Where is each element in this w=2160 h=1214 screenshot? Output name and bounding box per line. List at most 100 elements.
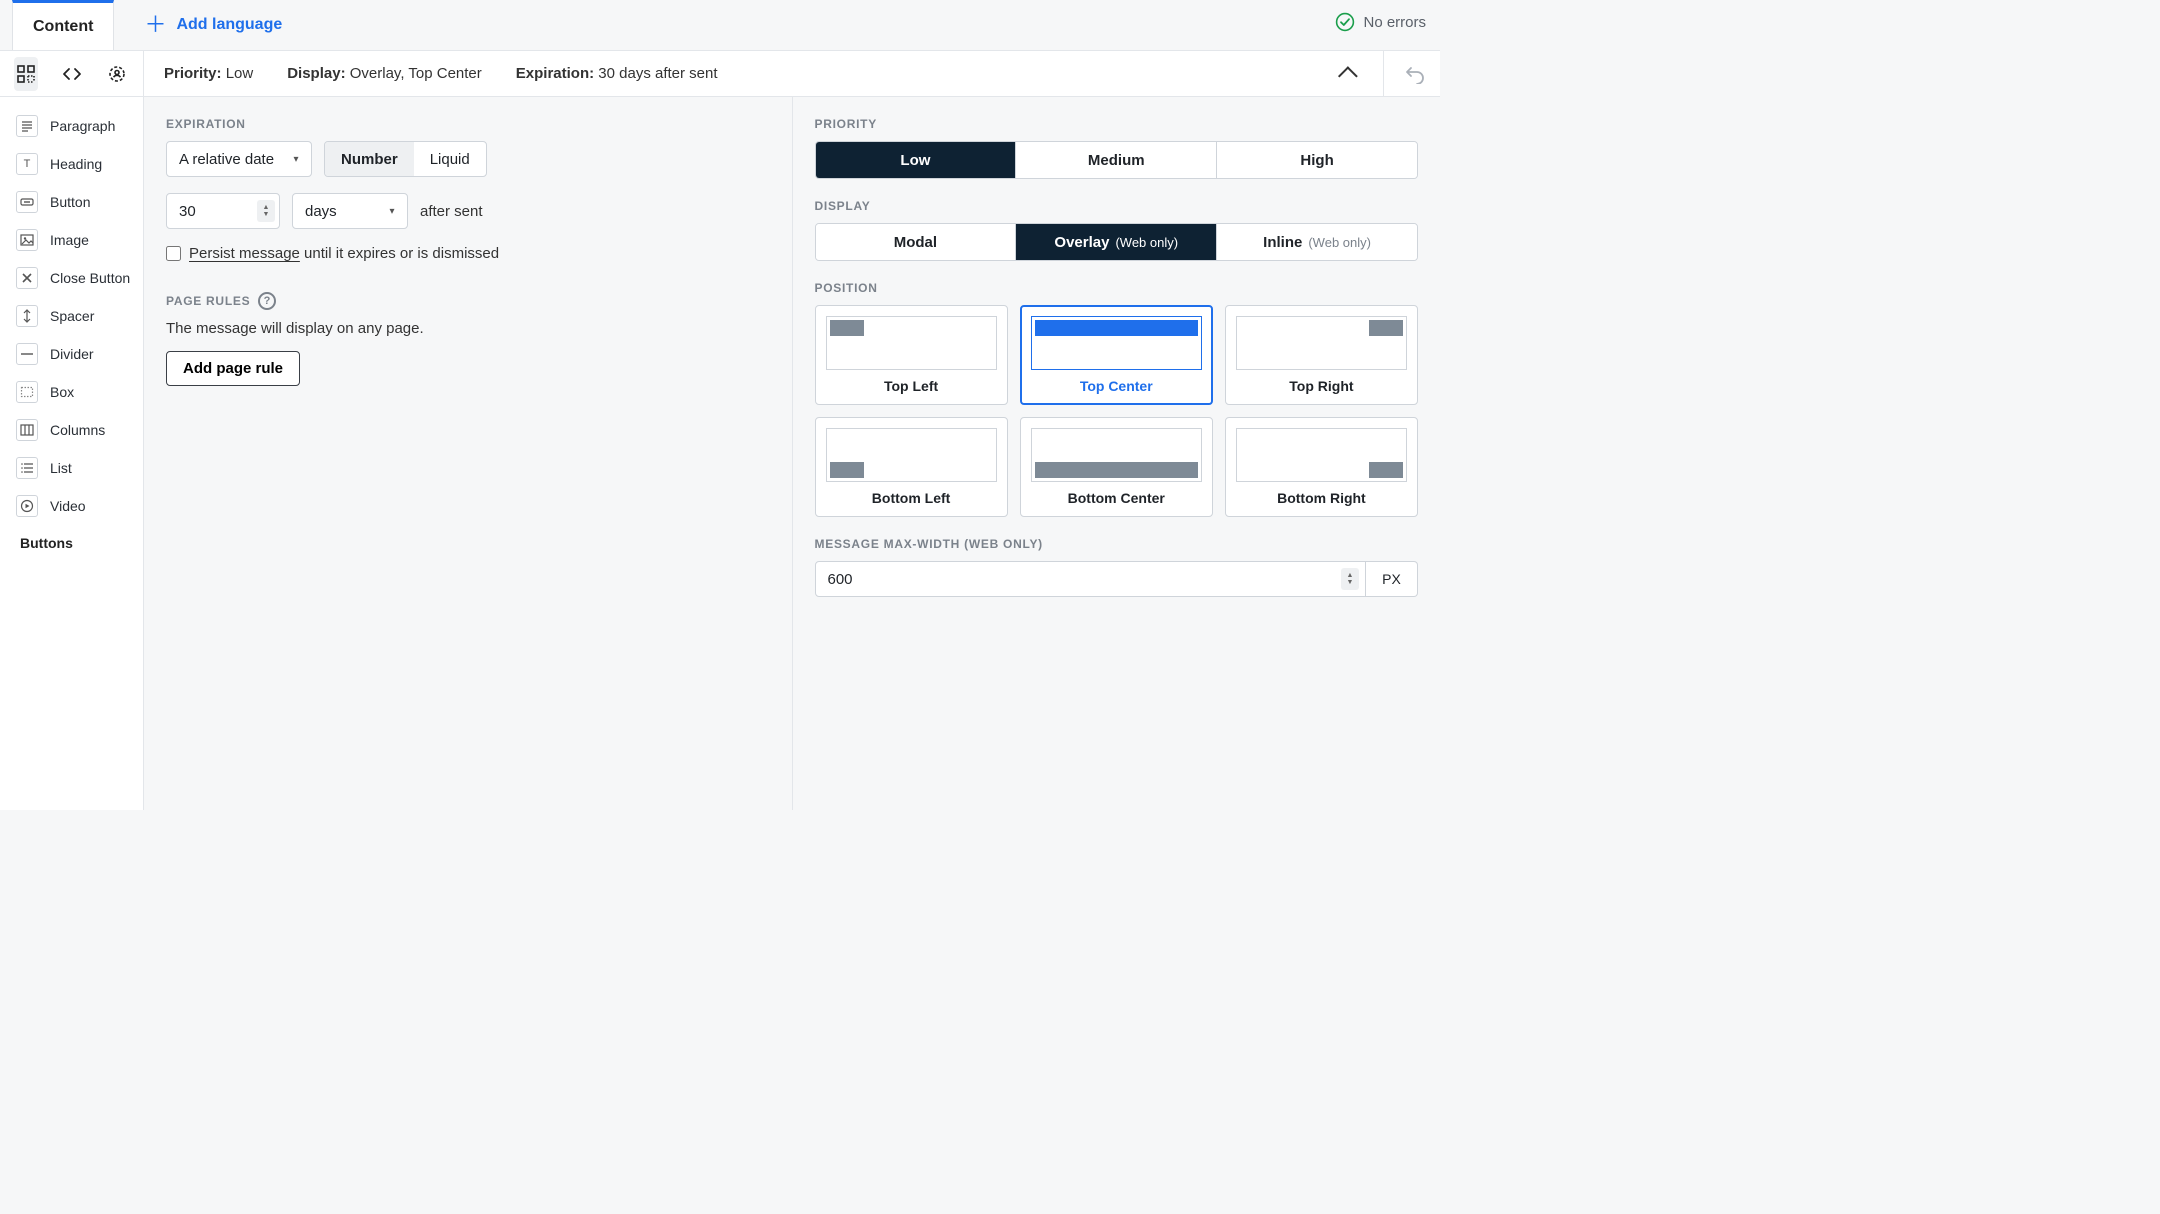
position-thumb	[1236, 428, 1407, 482]
element-label: List	[50, 460, 72, 476]
status-text: No errors	[1363, 14, 1426, 31]
select-value: days	[305, 203, 337, 220]
element-button[interactable]: Button	[10, 183, 143, 221]
element-label: Close Button	[50, 270, 130, 286]
element-heading[interactable]: T Heading	[10, 145, 143, 183]
box-icon	[16, 381, 38, 403]
position-thumb	[1031, 428, 1202, 482]
expiration-value-input[interactable]: 30 ▲▼	[166, 193, 280, 229]
code-mode-button[interactable]	[60, 57, 84, 91]
add-page-rule-button[interactable]: Add page rule	[166, 351, 300, 386]
blocks-icon	[17, 65, 35, 83]
summary-priority: Priority: Low	[164, 65, 253, 82]
chevron-down-icon: ▾	[385, 204, 399, 218]
plus-icon: ＋	[144, 14, 166, 36]
summary-display: Display: Overlay, Top Center	[287, 65, 482, 82]
display-label: DISPLAY	[815, 199, 1419, 213]
image-icon	[16, 229, 38, 251]
position-label: POSITION	[815, 281, 1419, 295]
code-icon	[62, 65, 82, 83]
priority-segment: Low Medium High	[815, 141, 1419, 179]
page-rules-desc: The message will display on any page.	[166, 320, 770, 337]
button-icon	[16, 191, 38, 213]
element-columns[interactable]: Columns	[10, 411, 143, 449]
elements-section-buttons: Buttons	[10, 525, 143, 555]
position-top-right[interactable]: Top Right	[1225, 305, 1418, 405]
position-bottom-right[interactable]: Bottom Right	[1225, 417, 1418, 517]
divider-icon	[16, 343, 38, 365]
number-stepper-icon[interactable]: ▲▼	[257, 200, 275, 222]
element-label: Button	[50, 194, 90, 210]
persist-checkbox[interactable]	[166, 246, 181, 261]
select-value: A relative date	[179, 151, 274, 168]
display-modal[interactable]: Modal	[816, 224, 1017, 260]
priority-label: PRIORITY	[815, 117, 1419, 131]
paragraph-icon	[16, 115, 38, 137]
element-label: Heading	[50, 156, 102, 172]
position-caption: Bottom Center	[1068, 490, 1165, 506]
expiration-format-segment: Number Liquid	[324, 141, 487, 177]
summary-bar: Priority: Low Display: Overlay, Top Cent…	[144, 51, 1440, 97]
display-inline[interactable]: Inline(Web only)	[1217, 224, 1417, 260]
expiration-label: EXPIRATION	[166, 117, 770, 131]
element-label: Columns	[50, 422, 105, 438]
element-label: Video	[50, 498, 86, 514]
element-list[interactable]: List	[10, 449, 143, 487]
expiration-unit-select[interactable]: days ▾	[292, 193, 408, 229]
position-top-left[interactable]: Top Left	[815, 305, 1008, 405]
element-paragraph[interactable]: Paragraph	[10, 107, 143, 145]
heading-icon: T	[16, 153, 38, 175]
persist-label[interactable]: Persist message	[189, 245, 300, 262]
element-label: Box	[50, 384, 74, 400]
element-box[interactable]: Box	[10, 373, 143, 411]
display-overlay[interactable]: Overlay(Web only)	[1016, 224, 1217, 260]
help-icon[interactable]: ?	[258, 292, 276, 310]
position-caption: Top Right	[1289, 378, 1353, 394]
add-language-button[interactable]: ＋ Add language	[144, 14, 282, 36]
element-divider[interactable]: Divider	[10, 335, 143, 373]
undo-icon[interactable]	[1404, 64, 1426, 84]
blocks-mode-button[interactable]	[14, 57, 38, 91]
expiration-mode-select[interactable]: A relative date ▾	[166, 141, 312, 177]
summary-expiration: Expiration: 30 days after sent	[516, 65, 718, 82]
element-video[interactable]: Video	[10, 487, 143, 525]
position-thumb	[826, 428, 997, 482]
element-label: Paragraph	[50, 118, 115, 134]
element-spacer[interactable]: Spacer	[10, 297, 143, 335]
position-bottom-left[interactable]: Bottom Left	[815, 417, 1008, 517]
spacer-icon	[16, 305, 38, 327]
collapse-icon[interactable]	[1338, 66, 1358, 86]
close-icon	[16, 267, 38, 289]
element-image[interactable]: Image	[10, 221, 143, 259]
display-segment: Modal Overlay(Web only) Inline(Web only)	[815, 223, 1419, 261]
page-rules-label: PAGE RULES ?	[166, 292, 770, 310]
priority-high[interactable]: High	[1217, 142, 1417, 178]
input-value: 30	[179, 203, 196, 220]
priority-medium[interactable]: Medium	[1016, 142, 1217, 178]
position-caption: Top Left	[884, 378, 938, 394]
add-language-label: Add language	[176, 16, 282, 34]
position-thumb	[1031, 316, 1202, 370]
position-bottom-center[interactable]: Bottom Center	[1020, 417, 1213, 517]
position-caption: Bottom Right	[1277, 490, 1366, 506]
element-label: Spacer	[50, 308, 94, 324]
target-mode-button[interactable]	[105, 57, 129, 91]
input-value: 600	[828, 571, 853, 588]
priority-low[interactable]: Low	[816, 142, 1017, 178]
position-top-center[interactable]: Top Center	[1020, 305, 1213, 405]
format-liquid-option[interactable]: Liquid	[414, 142, 486, 176]
list-icon	[16, 457, 38, 479]
target-icon	[107, 64, 127, 84]
maxwidth-unit: PX	[1366, 561, 1418, 597]
status-no-errors: No errors	[1335, 12, 1426, 32]
tab-content[interactable]: Content	[12, 0, 114, 50]
element-close-button[interactable]: Close Button	[10, 259, 143, 297]
chevron-down-icon: ▾	[289, 152, 303, 166]
format-number-option[interactable]: Number	[325, 142, 414, 176]
number-stepper-icon[interactable]: ▲▼	[1341, 568, 1359, 590]
position-caption: Bottom Left	[872, 490, 951, 506]
persist-desc: until it expires or is dismissed	[304, 245, 499, 262]
maxwidth-input[interactable]: 600 ▲▼	[815, 561, 1367, 597]
position-thumb	[826, 316, 997, 370]
element-label: Image	[50, 232, 89, 248]
